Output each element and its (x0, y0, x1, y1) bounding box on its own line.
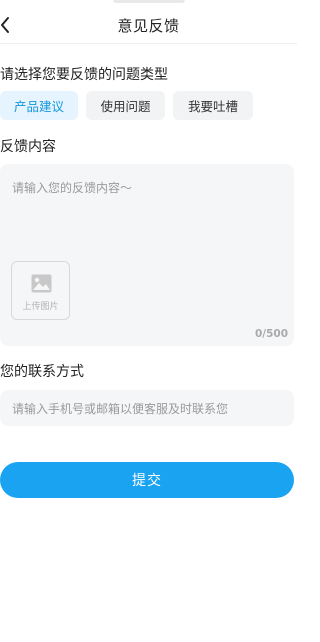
feedback-type-label: 请选择您要反馈的问题类型 (0, 67, 168, 83)
image-icon (31, 274, 52, 293)
feedback-content-textarea[interactable]: 请输入您的反馈内容～ 上传图片 0/500 (0, 164, 294, 346)
feedback-content-label: 反馈内容 (0, 139, 56, 155)
type-chip-complaint[interactable]: 我要吐槽 (173, 91, 253, 120)
submit-button[interactable]: 提交 (0, 462, 294, 498)
contact-placeholder: 请输入手机号或邮箱以便客服及时联系您 (12, 402, 229, 416)
page-title: 意见反馈 (117, 17, 180, 35)
status-notch (113, 0, 185, 3)
type-chip-usage-issue[interactable]: 使用问题 (86, 91, 165, 120)
feedback-content-placeholder: 请输入您的反馈内容～ (12, 181, 133, 195)
upload-image-label: 上传图片 (22, 302, 59, 312)
contact-label: 您的联系方式 (0, 364, 84, 380)
char-count: 0/500 (254, 328, 288, 340)
nav-header: 意见反馈 (0, 6, 297, 44)
upload-image-button[interactable]: 上传图片 (11, 261, 70, 320)
type-chip-product-suggestion[interactable]: 产品建议 (0, 91, 78, 120)
contact-input[interactable]: 请输入手机号或邮箱以便客服及时联系您 (0, 390, 294, 426)
